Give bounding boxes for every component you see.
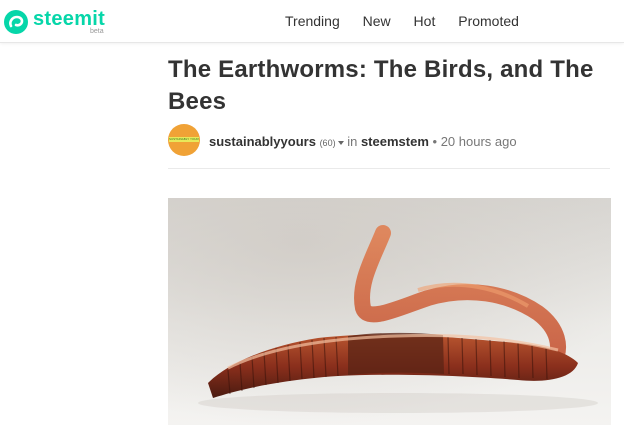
nav-trending[interactable]: Trending	[285, 13, 340, 29]
top-header: steemit beta Trending New Hot Promoted	[0, 0, 624, 43]
community-link[interactable]: steemstem	[361, 134, 429, 149]
byline-separator: •	[432, 134, 438, 149]
author-reputation: (60)	[319, 138, 336, 148]
author-menu-caret-icon[interactable]	[337, 140, 344, 145]
post-timestamp: 20 hours ago	[440, 134, 517, 149]
steemit-logo[interactable]: steemit beta	[0, 6, 110, 38]
main-nav: Trending New Hot Promoted	[285, 13, 538, 29]
post-byline: sustainablyyours (60) in steemstem • 20 …	[209, 134, 517, 149]
post-title: The Earthworms: The Birds, and The Bees	[168, 56, 594, 115]
avatar-badge: SUSTAINABLY YOURS	[169, 137, 199, 142]
author-avatar[interactable]: SUSTAINABLY YOURS	[168, 124, 200, 156]
byline-divider	[168, 168, 610, 169]
author-link[interactable]: sustainablyyours	[209, 134, 316, 149]
in-label: in	[347, 134, 358, 149]
earthworm-photo	[168, 198, 611, 425]
nav-new[interactable]: New	[363, 13, 391, 29]
post-hero-image	[168, 198, 611, 425]
nav-hot[interactable]: Hot	[414, 13, 436, 29]
logo-beta-label: beta	[90, 28, 104, 35]
steemit-logo-icon	[4, 10, 28, 34]
nav-promoted[interactable]: Promoted	[458, 13, 519, 29]
